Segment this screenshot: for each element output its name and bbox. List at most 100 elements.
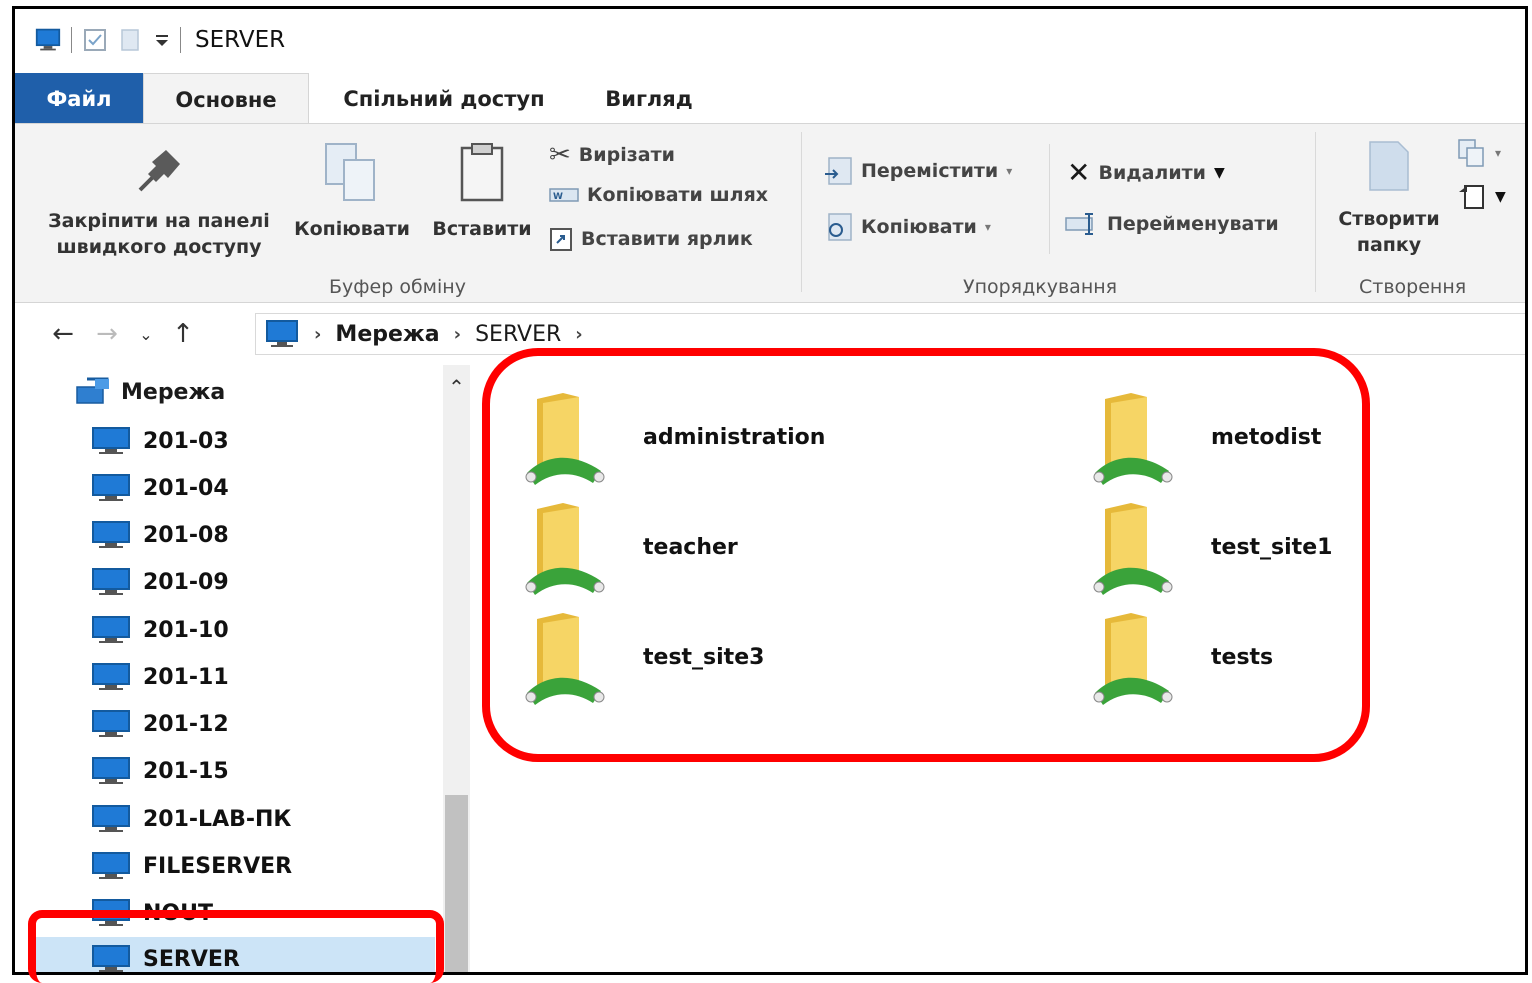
svg-text:W: W [553,192,563,202]
pin-label: Закріпити на панелі швидкого доступу [48,210,270,258]
tab-file[interactable]: Файл [15,73,143,125]
tree-item-label: 201-10 [143,617,229,643]
shared-folder-item[interactable]: test_site3 [523,607,764,707]
dropdown-arrow-icon: ▾ [984,220,991,234]
file-explorer-window: SERVER Файл Основне Спільний доступ Вигл… [12,6,1528,975]
move-to-icon [825,157,852,185]
shared-folder-icon [1093,393,1173,485]
paste-button[interactable]: Вставити [423,142,541,242]
breadcrumb-separator-icon: › [453,323,462,345]
computer-icon [92,521,130,548]
move-to-button[interactable]: Перемістити ▾ [823,156,1012,186]
computer-icon [92,757,130,784]
recent-locations-chevron-icon[interactable]: ⌄ [129,325,163,344]
properties-icon[interactable] [82,27,108,53]
rename-button[interactable]: Перейменувати [1065,212,1279,236]
title-bar: SERVER [15,9,1525,71]
paste-icon [460,143,504,202]
scroll-up-icon[interactable]: ⌃ [443,375,470,399]
delete-button[interactable]: ✕ Видалити ▼ [1067,156,1225,189]
shared-folder-item[interactable]: metodist [1091,387,1321,487]
tree-item-computer[interactable]: 201-LAB-ПК [91,797,291,841]
clipboard-group-label: Буфер обміну [329,276,466,298]
move-to-label: Перемістити [861,160,999,182]
customize-toolbar-icon[interactable] [154,32,170,48]
up-arrow-icon[interactable]: ↑ [163,319,203,349]
computer-icon [266,320,298,347]
tab-share[interactable]: Спільний доступ [309,73,579,125]
back-arrow-icon[interactable]: ← [41,319,85,349]
breadcrumb-separator-icon: › [314,323,322,345]
tree-item-computer[interactable]: 201-04 [91,466,229,510]
breadcrumb-server[interactable]: SERVER [475,322,561,347]
tree-item-computer[interactable]: 201-03 [91,419,229,463]
dropdown-arrow-icon: ▼ [1213,164,1225,181]
folder-name: test_site1 [1211,534,1333,560]
new-folder-button[interactable]: Створити папку [1325,138,1453,258]
tree-item-computer[interactable]: 201-08 [91,513,229,557]
folder-name: teacher [643,534,738,560]
easy-access-button[interactable]: ▼ [1457,182,1506,212]
easy-access-icon [1459,185,1484,209]
tab-view[interactable]: Вигляд [579,73,719,125]
nav-scrollbar[interactable]: ⌃ [443,365,470,972]
shared-folder-item[interactable]: test_site1 [1091,497,1332,597]
tree-item-label: 201-15 [143,758,229,784]
rename-icon [1065,213,1093,235]
copy-button[interactable]: Копіювати [287,142,417,242]
tree-root-label: Мережа [121,379,226,405]
tree-item-computer[interactable]: 201-10 [91,608,229,652]
tree-item-label: 201-11 [143,664,229,690]
tree-item-label: 201-LAB-ПК [143,806,292,832]
new-folder-icon [1369,141,1409,191]
folder-content-area: administration metodist teacher test_sit… [485,365,1525,972]
cut-button[interactable]: ✂ Вирізати [549,140,675,170]
copy-path-button[interactable]: W Копіювати шлях [549,184,768,206]
scroll-thumb[interactable] [445,795,468,972]
navigation-pane: Мережа 201-03 201-04 201-08 201-09 201-1… [15,365,470,972]
ribbon: Закріпити на панелі швидкого доступу Коп… [15,123,1525,303]
dropdown-arrow-icon: ▾ [1006,164,1013,178]
tree-item-computer[interactable]: 201-09 [91,560,229,604]
pin-quick-access-button[interactable]: Закріпити на панелі швидкого доступу [35,146,283,260]
breadcrumb-separator-icon[interactable]: › [575,324,582,345]
tree-item-label: 201-03 [143,428,229,454]
computer-icon [92,899,130,926]
forward-arrow-icon[interactable]: → [85,319,129,349]
shared-folder-item[interactable]: tests [1091,607,1273,707]
tree-item-network[interactable]: Мережа [73,377,225,407]
shared-folder-item[interactable]: administration [523,387,825,487]
new-group-label: Створення [1359,276,1467,298]
new-item-button[interactable]: ▾ [1457,138,1501,168]
tree-item-label: 201-08 [143,522,229,548]
copy-path-icon: W [549,188,579,202]
tree-item-server-selected[interactable]: SERVER [35,937,435,972]
tree-item-computer[interactable]: NOUT [91,891,213,935]
group-separator [1315,132,1316,292]
tree-item-computer[interactable]: FILESERVER [91,844,292,888]
computer-icon [92,427,130,454]
computer-icon [92,474,130,501]
address-bar[interactable]: › Мережа › SERVER › [255,313,1525,355]
tree-item-computer[interactable]: 201-15 [91,749,229,793]
copy-to-button[interactable]: Копіювати ▾ [823,212,991,242]
breadcrumb-network[interactable]: Мережа [335,322,439,347]
scissors-icon: ✂ [549,140,571,170]
tab-home[interactable]: Основне [143,73,309,125]
tree-item-computer[interactable]: 201-12 [91,702,229,746]
copy-to-icon [828,213,852,241]
delete-icon: ✕ [1067,156,1091,189]
cut-label: Вирізати [578,144,675,166]
paste-shortcut-button[interactable]: Вставити ярлик [549,226,753,252]
navigation-bar: ← → ⌄ ↑ › Мережа › SERVER › [15,305,1525,363]
shared-folder-item[interactable]: teacher [523,497,738,597]
copy-path-label: Копіювати шлях [587,184,769,206]
separator [71,27,72,53]
new-folder-quick-icon[interactable] [118,27,144,53]
folder-name: tests [1211,644,1274,670]
tree-item-computer[interactable]: 201-11 [91,655,229,699]
tree-item-label: 201-12 [143,711,229,737]
computer-icon [92,710,130,737]
organize-group-label: Упорядкування [963,276,1118,298]
paste-shortcut-icon [550,228,572,251]
